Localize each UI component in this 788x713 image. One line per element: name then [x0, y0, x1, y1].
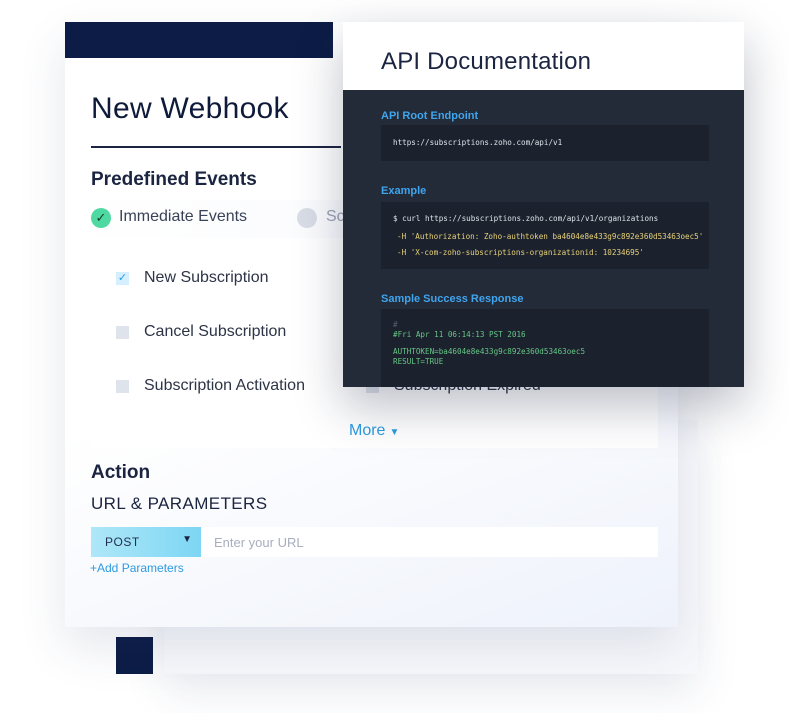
http-method-value: POST [105, 535, 140, 549]
scheduled-events-radio[interactable] [297, 208, 317, 228]
immediate-events-radio-check-icon[interactable]: ✓ [91, 208, 111, 228]
scheduled-events-label[interactable]: Sc [326, 208, 345, 226]
response-code-line: AUTHTOKEN=ba4604e8e433g9c892e360d53463oe… [393, 347, 586, 356]
more-label: More [349, 422, 386, 439]
url-input[interactable] [201, 527, 658, 557]
add-parameters-link[interactable]: +Add Parameters [90, 561, 184, 575]
example-code-box: $ curl https://subscriptions.zoho.com/ap… [381, 202, 709, 269]
response-code-line: # [393, 320, 398, 329]
more-events-link[interactable]: More ▼ [349, 422, 399, 440]
subscription-activation-checkbox[interactable] [116, 380, 129, 393]
api-doc-body: API Root Endpoint https://subscriptions.… [343, 90, 744, 387]
root-endpoint-label: API Root Endpoint [381, 110, 479, 122]
example-code-line: $ curl https://subscriptions.zoho.com/ap… [393, 214, 659, 223]
url-parameters-heading: URL & PARAMETERS [91, 494, 268, 513]
sample-response-label: Sample Success Response [381, 293, 524, 305]
api-doc-header: API Documentation [343, 22, 744, 90]
title-underline [91, 146, 341, 148]
caret-down-icon: ▼ [389, 427, 400, 438]
example-code-line: -H 'Authorization: Zoho-authtoken ba4604… [397, 232, 704, 241]
response-code-line: RESULT=TRUE [393, 357, 444, 366]
example-code-line: -H 'X-com-zoho-subscriptions-organizatio… [397, 248, 644, 257]
root-endpoint-value: https://subscriptions.zoho.com/api/v1 [393, 138, 563, 147]
predefined-events-heading: Predefined Events [91, 169, 257, 190]
decorative-square [116, 637, 153, 674]
new-subscription-label[interactable]: New Subscription [144, 269, 269, 287]
page-title: New Webhook [91, 92, 289, 125]
http-method-select[interactable]: POST ▼ [91, 527, 201, 557]
cancel-subscription-checkbox[interactable] [116, 326, 129, 339]
subscription-activation-label[interactable]: Subscription Activation [144, 377, 305, 395]
immediate-events-label[interactable]: Immediate Events [119, 208, 247, 226]
sample-response-code-box: # #Fri Apr 11 06:14:13 PST 2016 AUTHTOKE… [381, 309, 709, 387]
response-code-line: #Fri Apr 11 06:14:13 PST 2016 [393, 330, 526, 339]
new-subscription-checkbox[interactable]: ✓ [116, 272, 129, 285]
card-header-bar [65, 22, 333, 58]
api-documentation-panel: API Documentation API Root Endpoint http… [343, 22, 744, 387]
api-doc-title: API Documentation [381, 48, 592, 75]
cancel-subscription-label[interactable]: Cancel Subscription [144, 323, 286, 341]
root-endpoint-code-box: https://subscriptions.zoho.com/api/v1 [381, 125, 709, 161]
example-label: Example [381, 185, 427, 197]
caret-down-icon: ▼ [182, 534, 192, 545]
action-heading: Action [91, 462, 151, 483]
